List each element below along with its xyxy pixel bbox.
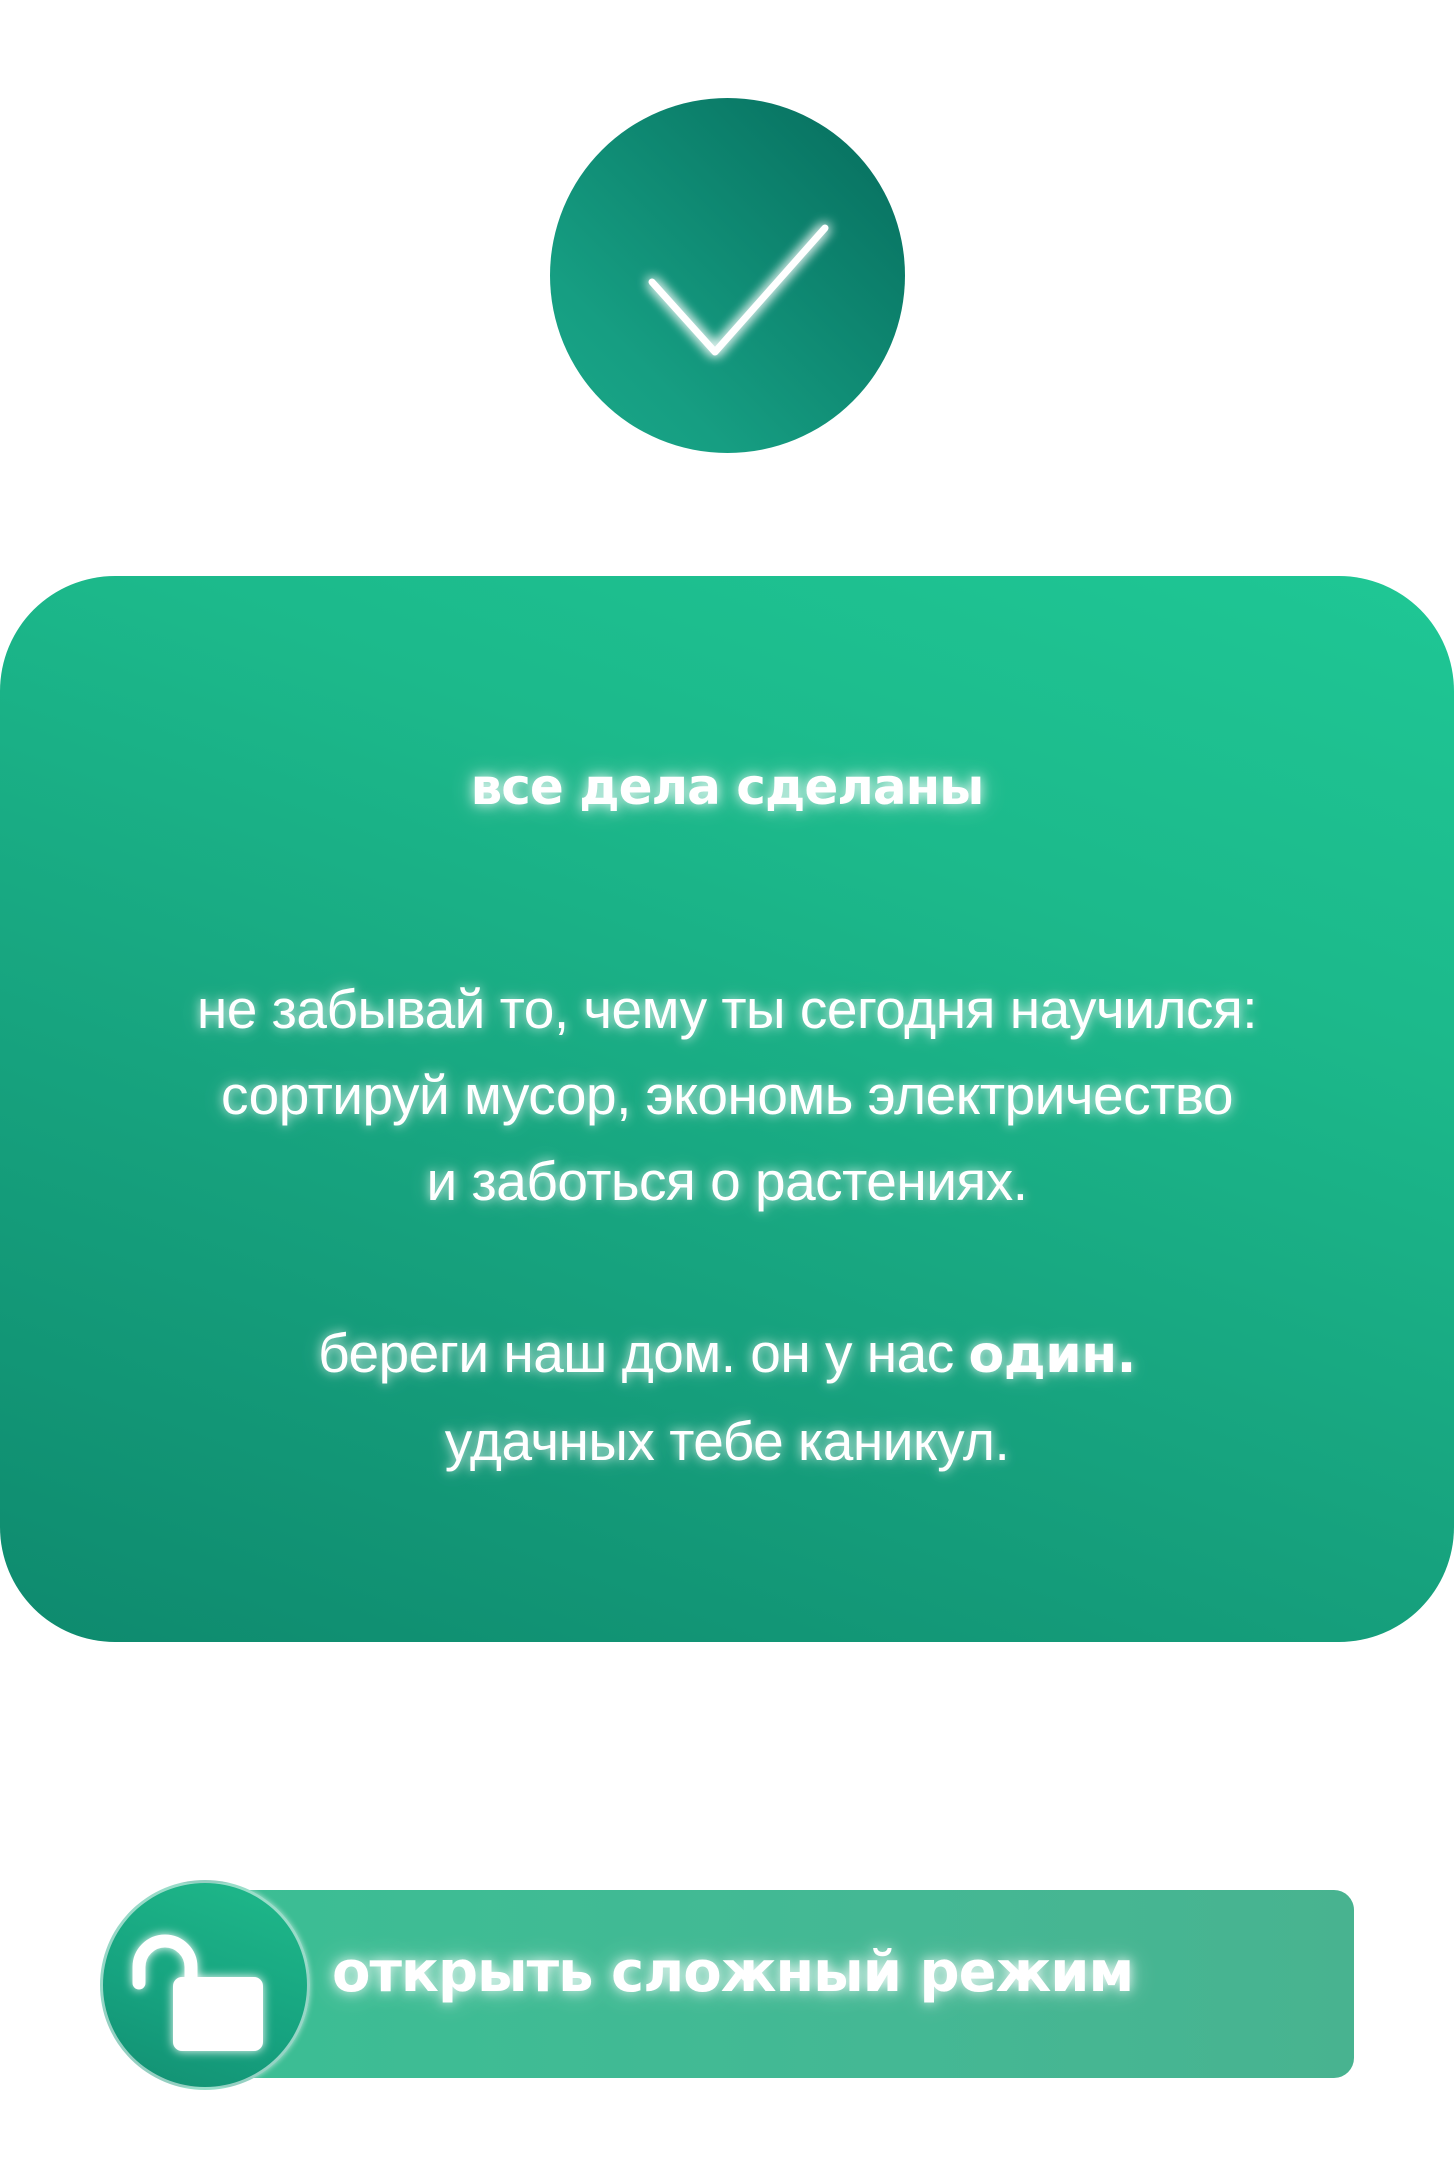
completion-screen: все дела сделаны не забывай то, чему ты … [0, 0, 1454, 2180]
closing-line: береги наш дом. он у нас один. [0, 1310, 1454, 1398]
card-title: все дела сделаны [470, 758, 985, 816]
closing-emphasis: один. [968, 1325, 1137, 1385]
card-message: не забывай то, чему ты сегодня научился:… [0, 966, 1454, 1484]
message-line-3: и заботься о растениях. [426, 1150, 1028, 1212]
open-hard-mode-button[interactable]: открыть сложный режим [100, 1880, 1354, 2090]
message-line-1: не забывай то, чему ты сегодня научился: [196, 978, 1258, 1040]
closing-prefix: береги наш дом. он у нас [318, 1322, 969, 1384]
unlocked-padlock-icon [132, 1934, 263, 2051]
checkmark-icon [648, 224, 829, 356]
hard-mode-label[interactable]: открыть сложный режим [332, 1940, 1134, 2005]
message-card: все дела сделаны не забывай то, чему ты … [0, 576, 1454, 1642]
lock-badge[interactable] [100, 1880, 310, 2090]
message-line-2: сортируй мусор, экономь электричество [220, 1064, 1234, 1126]
success-badge [550, 98, 905, 453]
farewell-line: удачных тебе каникул. [444, 1410, 1010, 1472]
